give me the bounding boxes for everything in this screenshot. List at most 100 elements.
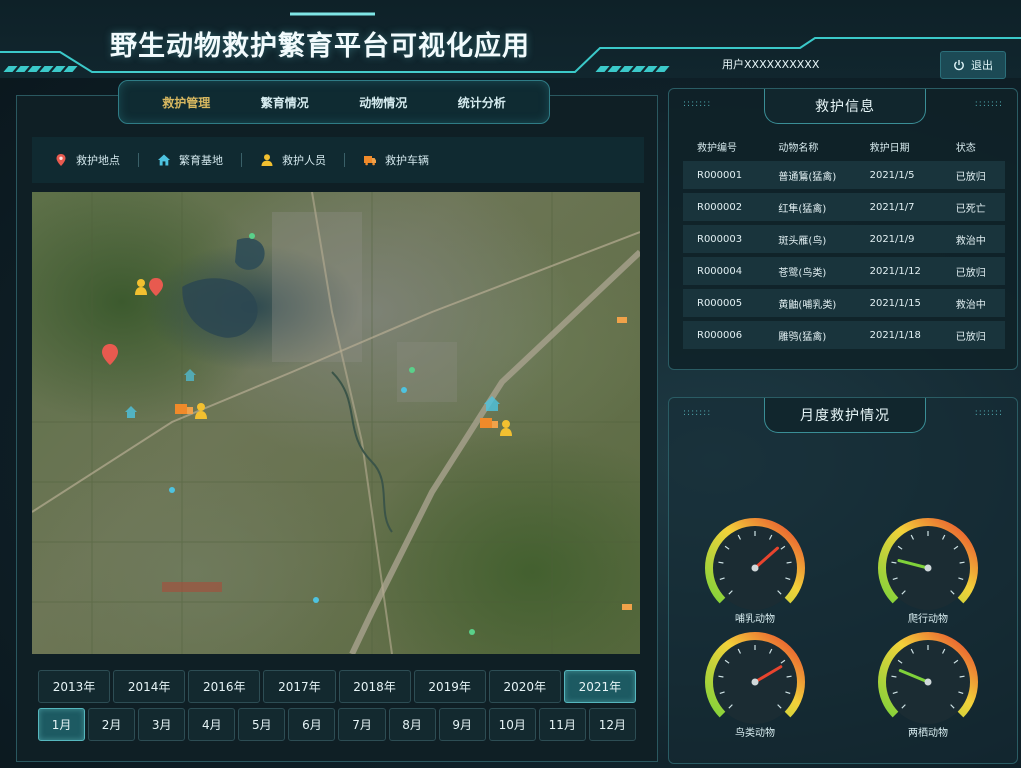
legend-divider <box>344 153 345 167</box>
month-button[interactable]: 4月 <box>188 708 236 741</box>
rescue-info-title: 救护信息 <box>764 89 926 124</box>
table-row[interactable]: R000004 苍鹭(鸟类) 2021/1/12 已放归 <box>683 257 1005 285</box>
truck-icon <box>480 418 498 428</box>
map-lake <box>235 238 265 270</box>
person-icon <box>261 154 273 166</box>
location-pin-icon <box>56 154 66 166</box>
table-cell: 2021/1/15 <box>869 297 921 309</box>
gauge-tick <box>959 561 965 564</box>
person-icon <box>135 279 147 295</box>
gauge-group <box>705 518 978 724</box>
table-cell: 2021/1/5 <box>869 169 915 181</box>
month-button[interactable]: 12月 <box>588 708 636 741</box>
table-cell: R000001 <box>697 169 743 181</box>
map-river <box>331 371 393 533</box>
gauge-label: 爬行动物 <box>908 614 948 625</box>
year-button-active[interactable]: 2021年 <box>563 670 636 703</box>
speedometer-gauge <box>878 632 978 724</box>
truck-icon <box>175 404 193 414</box>
table-cell: 已放归 <box>955 267 986 279</box>
year-button[interactable]: 2016年 <box>188 670 261 703</box>
map-urban-area <box>397 342 457 402</box>
tab-animals[interactable]: 动物情况 <box>353 90 413 115</box>
column-header: 动物名称 <box>778 143 819 154</box>
table-cell: 已放归 <box>955 331 986 343</box>
legend-divider <box>241 153 242 167</box>
gauge-tick <box>786 561 792 564</box>
month-button[interactable]: 7月 <box>338 708 386 741</box>
tab-rescue-management[interactable]: 救护管理 <box>156 90 216 115</box>
month-button[interactable]: 8月 <box>388 708 436 741</box>
year-button[interactable]: 2017年 <box>263 670 336 703</box>
home-icon <box>184 369 196 381</box>
month-button[interactable]: 10月 <box>488 708 536 741</box>
map-poi-dot <box>469 629 475 635</box>
map-poi-dot <box>409 367 415 373</box>
tab-statistics[interactable]: 统计分析 <box>452 90 512 115</box>
month-button[interactable]: 5月 <box>238 708 286 741</box>
gauge-label: 鸟类动物 <box>735 728 775 739</box>
table-cell: 2021/1/12 <box>869 265 921 277</box>
map-poi-marker <box>617 317 627 323</box>
gauge-tick <box>891 675 897 678</box>
logout-label: 退出 <box>971 59 993 72</box>
page-title: 野生动物救护繁育平台可视化应用 <box>110 31 530 62</box>
table-cell: 已放归 <box>955 171 986 183</box>
tab-breeding[interactable]: 繁育情况 <box>255 90 315 115</box>
year-button[interactable]: 2020年 <box>488 670 561 703</box>
left-stripe-decoration <box>3 66 78 72</box>
table-body: R000001 普通鵟(猛禽) 2021/1/5 已放归 R000002 红隼(… <box>683 161 1005 353</box>
table-cell: 雕鸮(猛禽) <box>778 331 827 343</box>
legend-label: 救护车辆 <box>385 154 429 167</box>
year-button[interactable]: 2013年 <box>38 670 111 703</box>
table-row[interactable]: R000003 斑头雁(鸟) 2021/1/9 救治中 <box>683 225 1005 253</box>
satellite-map[interactable] <box>32 192 640 654</box>
table-row[interactable]: R000002 红隼(猛禽) 2021/1/7 已死亡 <box>683 193 1005 221</box>
month-button[interactable]: 9月 <box>438 708 486 741</box>
column-header: 救护编号 <box>697 143 737 154</box>
month-button[interactable]: 6月 <box>288 708 336 741</box>
gauge-label: 两栖动物 <box>908 728 948 739</box>
year-button[interactable]: 2019年 <box>413 670 486 703</box>
year-button[interactable]: 2014年 <box>113 670 186 703</box>
right-stripe-decoration <box>595 66 670 72</box>
map-poi-marker <box>622 604 632 610</box>
table-cell: R000003 <box>697 233 743 245</box>
location-pin-icon <box>102 344 118 365</box>
gauge-tick <box>786 675 792 678</box>
table-cell: R000005 <box>697 297 743 309</box>
map-poi-dot <box>249 233 255 239</box>
map-poi-dot <box>313 597 319 603</box>
gauge-tick <box>959 675 965 678</box>
gauge-tick <box>891 561 897 564</box>
logout-button[interactable]: 退出 <box>940 51 1006 79</box>
gauge-tick <box>718 675 724 678</box>
month-button-active[interactable]: 1月 <box>38 708 86 741</box>
map-lake <box>182 278 258 338</box>
month-button[interactable]: 11月 <box>538 708 586 741</box>
gauge-hub <box>924 678 932 686</box>
speedometer-gauge <box>705 632 805 724</box>
legend-item-breeding-base[interactable]: 繁育基地 <box>157 152 223 168</box>
table-cell: 苍鹭(鸟类) <box>778 267 827 279</box>
legend-item-rescue-site[interactable]: 救护地点 <box>54 152 120 168</box>
map-poi-marker <box>162 582 222 592</box>
home-icon <box>158 154 170 166</box>
legend-label: 救护人员 <box>282 154 326 167</box>
table-row[interactable]: R000005 黄鼬(哺乳类) 2021/1/15 救治中 <box>683 289 1005 317</box>
table-row[interactable]: R000006 雕鸮(猛禽) 2021/1/18 已放归 <box>683 321 1005 349</box>
map-poi-dot <box>401 387 407 393</box>
table-cell: 救治中 <box>955 235 986 247</box>
legend-item-rescue-staff[interactable]: 救护人员 <box>260 152 326 168</box>
location-pin-icon <box>149 278 163 296</box>
rescue-info-panel: ::::::: ::::::: 救护信息 救护编号 动物名称 救护日期 状态 R… <box>668 88 1018 370</box>
year-button[interactable]: 2018年 <box>338 670 411 703</box>
month-button[interactable]: 3月 <box>138 708 186 741</box>
map-legend: 救护地点 繁育基地 救护人员 救护车辆 <box>32 137 644 183</box>
table-cell: 2021/1/9 <box>869 233 915 245</box>
dots-decoration: ::::::: <box>974 99 1003 109</box>
month-button[interactable]: 2月 <box>88 708 136 741</box>
table-cell: 救治中 <box>955 299 986 311</box>
table-row[interactable]: R000001 普通鵟(猛禽) 2021/1/5 已放归 <box>683 161 1005 189</box>
legend-item-rescue-vehicle[interactable]: 救护车辆 <box>363 152 429 168</box>
